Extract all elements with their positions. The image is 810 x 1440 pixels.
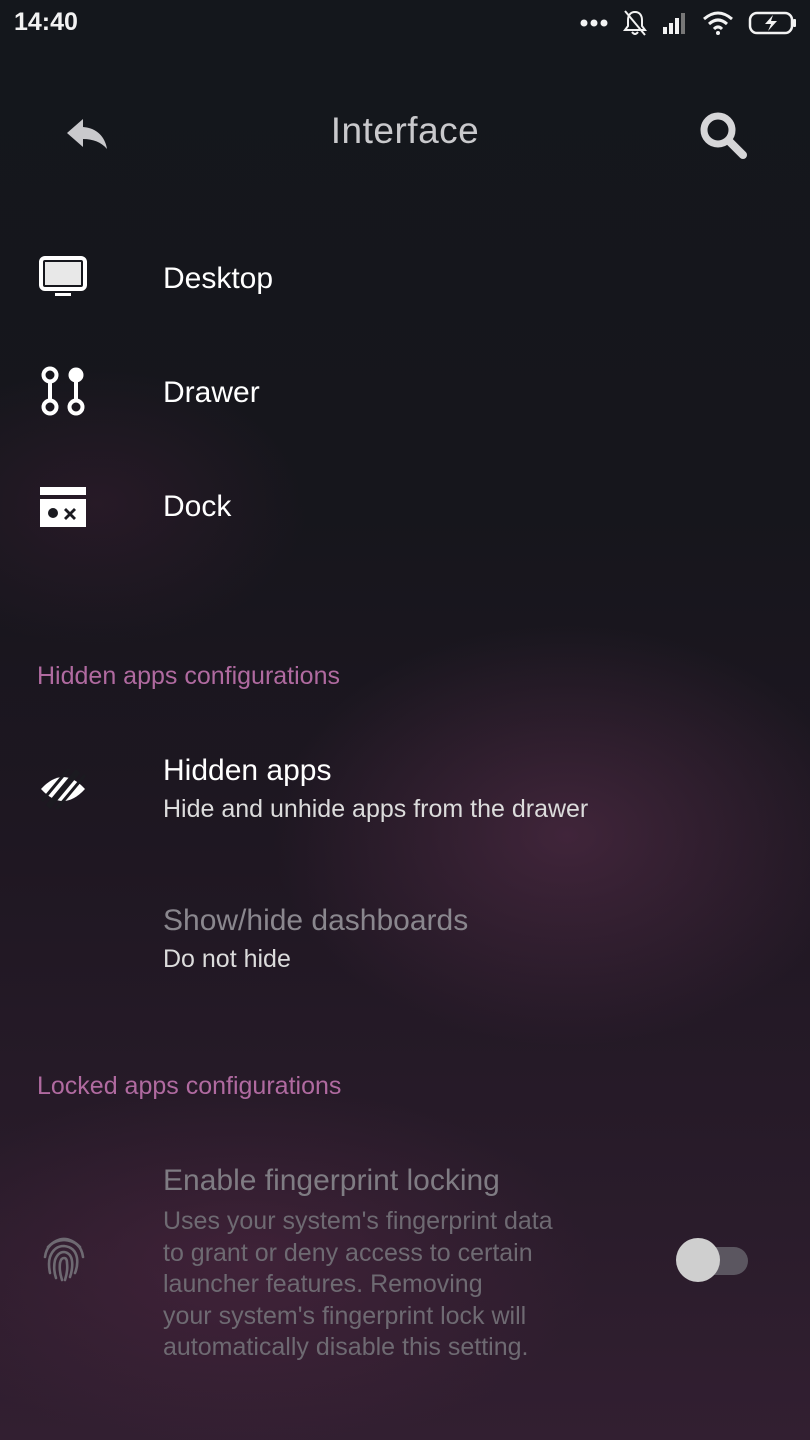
page-title: Interface	[330, 110, 480, 151]
fingerprint-icon	[36, 1230, 92, 1286]
show-hide-dashboards-setting[interactable]: Show/hide dashboards Do not hide	[0, 890, 810, 1000]
menu-item-label: Drawer	[163, 376, 260, 409]
eye-off-icon	[34, 760, 92, 818]
menu-item-label: Desktop	[163, 262, 274, 295]
battery-charging-icon	[748, 11, 796, 35]
menu-item-label: Dock	[163, 490, 232, 523]
fingerprint-toggle[interactable]	[676, 1238, 750, 1282]
drawer-icon	[34, 362, 92, 420]
fingerprint-summary-line: automatically disable this setting.	[163, 1333, 529, 1361]
menu-item-desktop[interactable]: Desktop	[0, 230, 810, 326]
hidden-apps-setting[interactable]: Hidden apps Hide and unhide apps from th…	[0, 740, 810, 850]
search-button[interactable]	[692, 104, 754, 166]
search-icon	[700, 112, 747, 159]
dock-icon	[34, 478, 92, 536]
signal-icon	[663, 13, 685, 34]
section-header-locked-apps: Locked apps configurations	[37, 1072, 342, 1100]
hidden-apps-title: Hidden apps	[163, 754, 332, 787]
bell-off-icon	[623, 10, 647, 36]
toggle-thumb	[676, 1238, 720, 1282]
dashboards-title: Show/hide dashboards	[163, 904, 469, 937]
status-icons	[580, 8, 798, 38]
more-dots-icon	[580, 19, 608, 27]
fingerprint-summary-line: your system's fingerprint lock will	[163, 1301, 527, 1330]
status-time: 14:40	[14, 8, 78, 36]
fingerprint-summary: Uses your system's fingerprint data to g…	[163, 1206, 553, 1364]
menu-item-drawer[interactable]: Drawer	[0, 344, 810, 440]
hidden-apps-summary: Hide and unhide apps from the drawer	[163, 795, 589, 823]
menu-item-dock[interactable]: Dock	[0, 458, 810, 554]
fingerprint-title: Enable fingerprint locking	[163, 1164, 500, 1197]
fingerprint-summary-line: launcher features. Removing	[163, 1270, 483, 1298]
section-header-hidden-apps: Hidden apps configurations	[37, 662, 340, 690]
fingerprint-summary-line: Uses your system's fingerprint data	[163, 1207, 553, 1235]
monitor-icon	[34, 248, 92, 306]
wifi-icon	[703, 11, 733, 35]
fingerprint-summary-line: to grant or deny access to certain	[163, 1238, 533, 1267]
dashboards-summary: Do not hide	[163, 945, 291, 973]
